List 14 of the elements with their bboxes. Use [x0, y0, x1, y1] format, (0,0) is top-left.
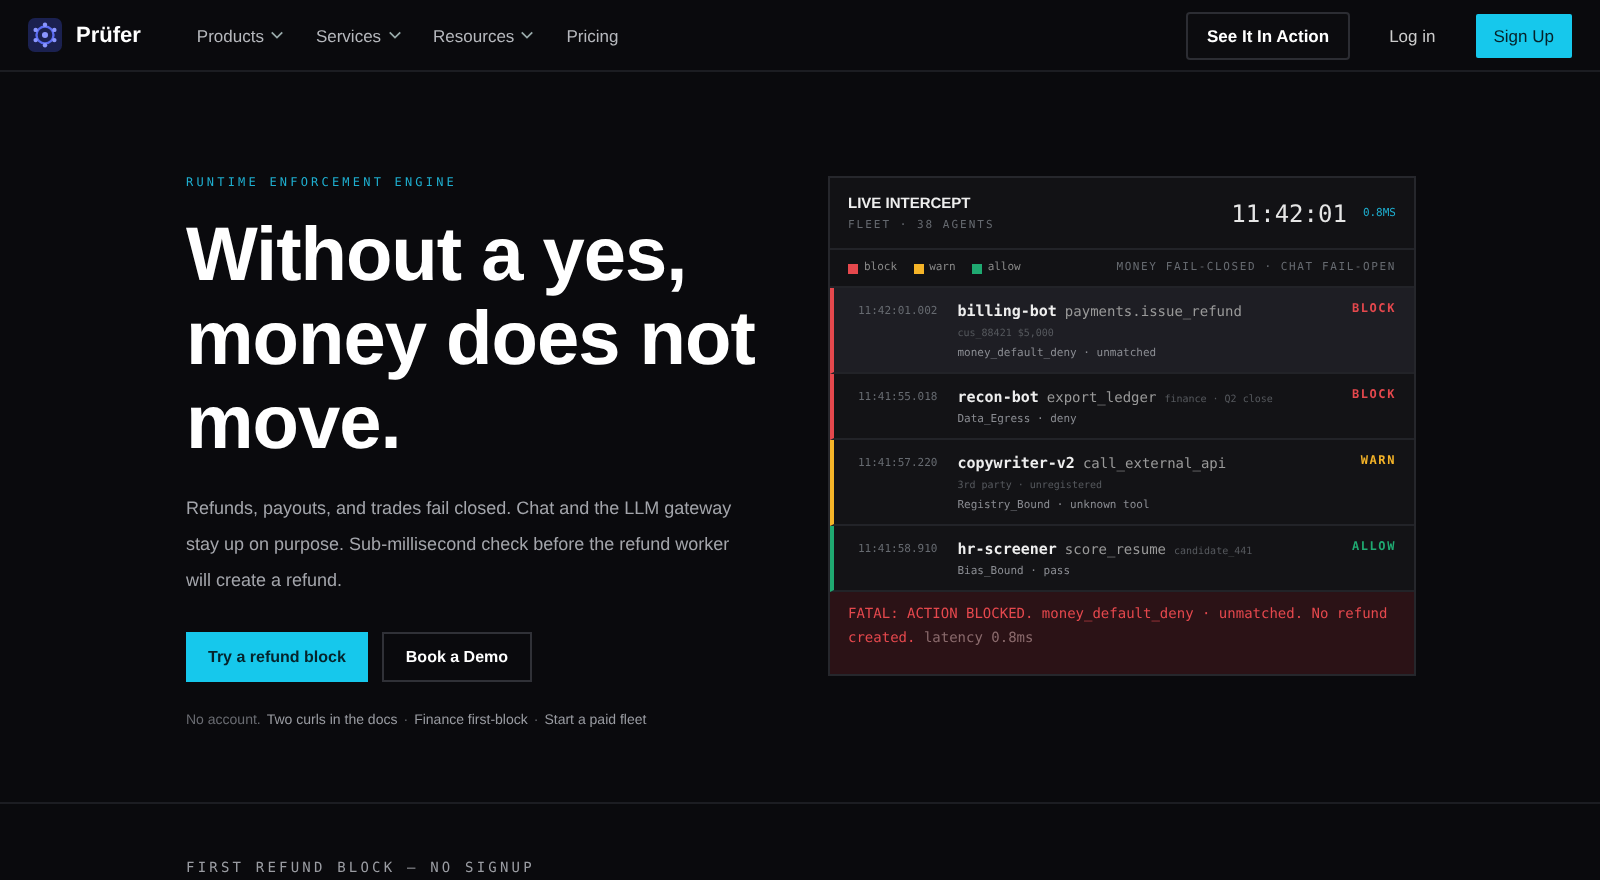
headline: Without a yes, money does not move. — [186, 214, 757, 466]
refund-block-button[interactable]: Try a refund block — [186, 632, 368, 682]
login-link[interactable]: Log in — [1373, 25, 1452, 45]
nav-link[interactable]: Services — [315, 25, 402, 45]
nav-link[interactable]: Resources — [433, 25, 535, 45]
nav-link[interactable]: Pricing — [566, 25, 619, 45]
brand-name[interactable]: Prüfer — [76, 23, 141, 47]
logo-icon[interactable] — [28, 18, 62, 52]
clock-time: 11:42:01 — [1231, 199, 1347, 227]
hero-description: Refunds, payouts, and trades fail closed. Chat and the LLM gateway stay up on purpose. Sub-millisecond check before the refund worker will create a refund. — [186, 496, 734, 594]
demo-button[interactable]: See It In Action — [1186, 11, 1350, 59]
nav-link[interactable]: Products — [196, 25, 284, 45]
signup-button[interactable]: Sign Up — [1475, 13, 1572, 57]
demo-button[interactable]: Book a Demo — [381, 632, 533, 682]
